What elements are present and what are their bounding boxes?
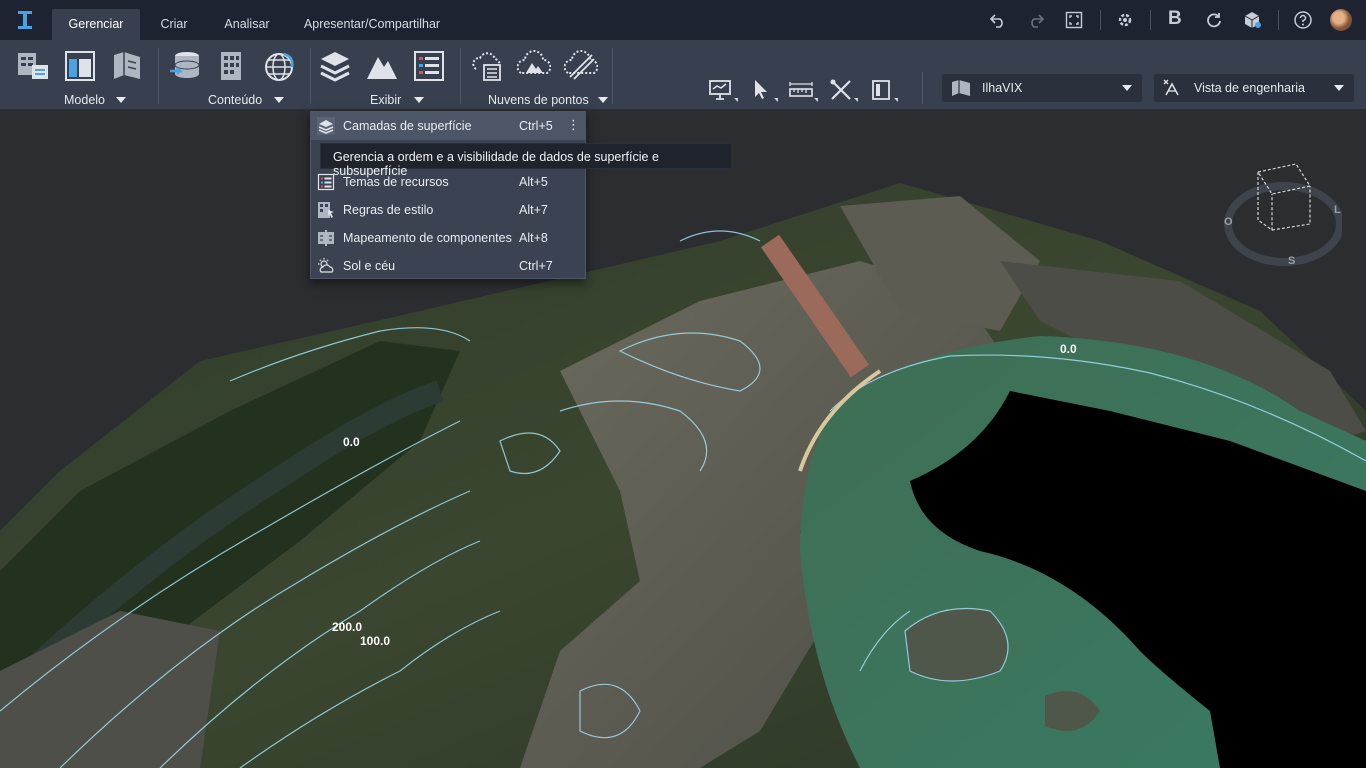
point-cloud-lines-icon[interactable]	[564, 49, 598, 83]
menu-item-label: Sol e céu	[343, 259, 396, 273]
redo-icon[interactable]	[1026, 10, 1046, 30]
contour-label: 0.0	[1060, 342, 1077, 356]
view-selector-value: Vista de engenharia	[1194, 81, 1305, 95]
b-app-icon[interactable]: B	[1168, 8, 1182, 30]
building-icon[interactable]	[215, 49, 249, 83]
ribbon-separator	[612, 48, 613, 104]
tab-criar[interactable]: Criar	[150, 9, 198, 40]
avatar[interactable]	[1330, 9, 1352, 31]
toolbar-separator	[1100, 10, 1101, 30]
menu-item-shortcut: Ctrl+7	[519, 259, 553, 273]
title-bar: Gerenciar Criar Analisar Apresentar/Comp…	[0, 0, 1366, 40]
ribbon-separator	[922, 72, 923, 104]
compass-south-label[interactable]: S	[1288, 255, 1295, 267]
sun-and-sky-icon	[318, 258, 334, 273]
ribbon: Modelo Conteúdo Exibir Nuvens de pontos …	[0, 40, 1366, 110]
group-label-exibir[interactable]: Exibir	[370, 93, 401, 107]
presentation-screen-icon[interactable]	[707, 77, 733, 103]
chevron-down-icon[interactable]	[414, 97, 424, 103]
chevron-down-icon[interactable]	[598, 97, 608, 103]
view-cube-compass[interactable]: O L S	[1222, 162, 1344, 272]
app-logo-icon[interactable]	[14, 8, 36, 32]
contour-label: 0.0	[343, 435, 360, 449]
tab-gerenciar[interactable]: Gerenciar	[52, 9, 140, 40]
view-cube-icon[interactable]	[1222, 162, 1344, 272]
3d-viewport[interactable]: 0.0 0.0 200.0 100.0	[0, 111, 1366, 768]
chevron-down-icon[interactable]	[774, 98, 778, 102]
model-selector-value: IlhaVIX	[982, 81, 1023, 95]
map-sheet-icon	[952, 80, 970, 96]
group-label-nuvens-de-pontos[interactable]: Nuvens de pontos	[488, 93, 589, 107]
compass-east-label[interactable]: L	[1334, 204, 1341, 216]
chevron-down-icon[interactable]	[116, 97, 126, 103]
tooltip-text: Gerencia a ordem e a visibilidade de dad…	[333, 150, 659, 178]
menu-item-mapeamento-de-componentes[interactable]: Mapeamento de componentes Alt+8	[311, 224, 585, 252]
menu-item-regras-de-estilo[interactable]: Regras de estilo Alt+7	[311, 196, 585, 224]
toolbar-separator	[1278, 10, 1279, 30]
view-selector[interactable]: Vista de engenharia	[1154, 74, 1354, 102]
ribbon-separator	[460, 48, 461, 104]
select-cursor-icon[interactable]	[748, 77, 774, 103]
undo-icon[interactable]	[988, 10, 1008, 30]
menu-item-tooltip: Gerencia a ordem e a visibilidade de dad…	[320, 143, 732, 178]
settings-icon[interactable]	[1115, 10, 1135, 30]
globe-icon[interactable]	[262, 49, 296, 83]
chevron-down-icon[interactable]	[814, 98, 818, 102]
ribbon-separator	[310, 48, 311, 104]
menu-item-label: Mapeamento de componentes	[343, 231, 512, 245]
layout-icon[interactable]	[63, 49, 97, 83]
surface-layers-icon	[317, 117, 335, 135]
ribbon-separator	[158, 48, 159, 104]
sync-icon[interactable]	[1204, 10, 1224, 30]
model-cube-icon[interactable]	[1242, 10, 1262, 30]
map-sheet-icon[interactable]	[110, 49, 144, 83]
terrain-icon[interactable]	[365, 49, 399, 83]
terrain-surface[interactable]	[0, 111, 1366, 768]
point-cloud-terrain-icon[interactable]	[517, 49, 551, 83]
menu-item-shortcut: Alt+8	[519, 231, 548, 245]
tab-apresentar-compartilhar[interactable]: Apresentar/Compartilhar	[296, 9, 448, 40]
fit-view-icon[interactable]	[1064, 10, 1084, 30]
exibir-dropdown-menu: Camadas de superfície Ctrl+5 ⋮ Temas de …	[310, 111, 586, 279]
component-mapping-icon	[318, 230, 334, 246]
tools-icon[interactable]	[828, 77, 854, 103]
chevron-down-icon[interactable]	[1122, 85, 1132, 91]
contour-label: 100.0	[360, 634, 391, 648]
chevron-down-icon[interactable]	[274, 97, 284, 103]
surface-layers-icon[interactable]	[318, 49, 352, 83]
menu-item-sol-e-ceu[interactable]: Sol e céu Ctrl+7	[311, 252, 585, 280]
style-rules-icon	[318, 202, 334, 218]
bookmark-panel-icon[interactable]	[868, 77, 894, 103]
model-properties-icon[interactable]	[16, 49, 50, 83]
model-selector[interactable]: IlhaVIX	[942, 74, 1142, 102]
chevron-down-icon[interactable]	[894, 98, 898, 102]
measure-ruler-icon[interactable]	[788, 77, 814, 103]
menu-item-label: Regras de estilo	[343, 203, 434, 217]
point-cloud-list-icon[interactable]	[470, 49, 504, 83]
group-label-conteudo[interactable]: Conteúdo	[208, 93, 262, 107]
compass-west-label[interactable]: O	[1224, 216, 1233, 228]
chevron-down-icon[interactable]	[1334, 85, 1344, 91]
chevron-down-icon[interactable]	[854, 98, 858, 102]
engineering-view-icon	[1163, 79, 1179, 96]
menu-item-camadas-de-superficie[interactable]: Camadas de superfície Ctrl+5 ⋮	[311, 112, 585, 140]
data-sources-icon[interactable]	[168, 49, 202, 83]
menu-item-shortcut: Ctrl+5	[519, 119, 553, 133]
toolbar-separator	[1150, 10, 1151, 30]
contour-label: 200.0	[332, 620, 363, 634]
tab-analisar[interactable]: Analisar	[212, 9, 282, 40]
menu-item-shortcut: Alt+7	[519, 203, 548, 217]
more-options-icon[interactable]: ⋮	[567, 117, 580, 133]
help-icon[interactable]	[1293, 10, 1313, 30]
menu-item-label: Camadas de superfície	[343, 119, 472, 133]
group-label-modelo[interactable]: Modelo	[64, 93, 105, 107]
chevron-down-icon[interactable]	[734, 98, 738, 102]
feature-themes-icon[interactable]	[412, 49, 446, 83]
